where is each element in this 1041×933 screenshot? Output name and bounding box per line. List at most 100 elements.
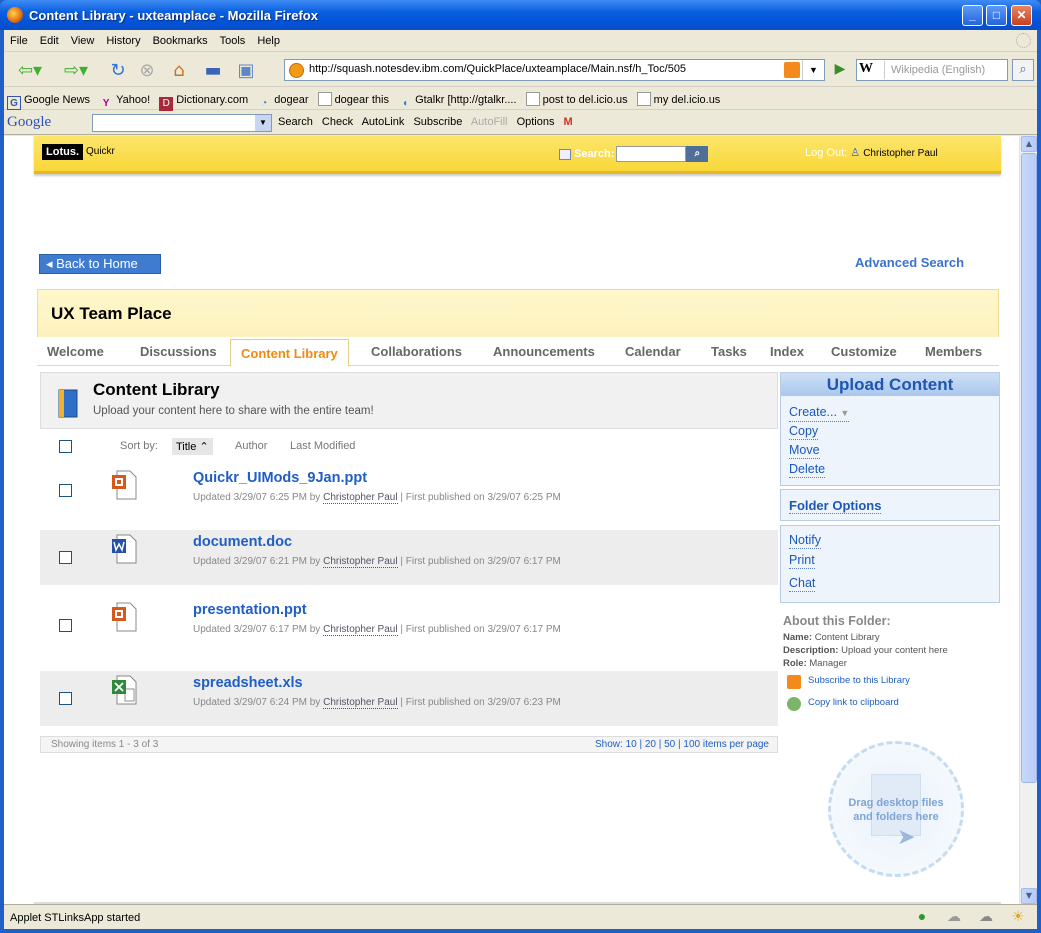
bookmark-yahoo[interactable]: Y Yahoo! — [96, 90, 153, 111]
folder-icon[interactable]: ▬ — [200, 58, 226, 82]
google-autofill-button[interactable]: AutoFill — [471, 116, 508, 128]
bookmark-my-delicious[interactable]: my del.icio.us — [634, 88, 724, 106]
drag-drop-zone[interactable]: Drag desktop files and folders here ➤ — [828, 741, 964, 877]
sort-modified-button[interactable]: Last Modified — [290, 440, 355, 452]
advanced-search-link[interactable]: Advanced Search — [855, 255, 964, 270]
close-button[interactable]: ✕ — [1011, 5, 1032, 26]
drop-line-2: and folders here — [853, 811, 939, 823]
per-page-links[interactable]: Show: 10 | 20 | 50 | 100 items per page — [595, 739, 769, 750]
tab-discussions[interactable]: Discussions — [140, 344, 217, 359]
menu-bookmarks[interactable]: Bookmarks — [147, 30, 214, 47]
menu-history[interactable]: History — [100, 30, 146, 47]
move-link[interactable]: Move — [789, 443, 820, 459]
delete-link[interactable]: Delete — [789, 462, 826, 478]
google-autolink-button[interactable]: AutoLink — [362, 116, 405, 128]
forward-icon[interactable]: ⇨▾ — [56, 58, 96, 82]
tab-calendar[interactable]: Calendar — [625, 344, 681, 359]
url-dropdown-icon[interactable]: ▼ — [802, 60, 824, 80]
google-check-button[interactable]: Check — [322, 116, 353, 128]
reload-icon[interactable]: ↻ — [104, 58, 132, 82]
file-author-link[interactable]: Christopher Paul — [323, 556, 398, 568]
bookmark-dogear[interactable]: ◔ dogear — [254, 90, 311, 111]
back-icon[interactable]: ⇦▾ — [10, 58, 50, 82]
row-checkbox[interactable] — [59, 551, 72, 564]
row-checkbox[interactable] — [59, 619, 72, 632]
wikipedia-icon[interactable]: W — [859, 61, 885, 79]
print-link[interactable]: Print — [789, 553, 815, 569]
gmail-icon[interactable]: M — [564, 116, 573, 128]
google-dropdown-icon[interactable]: ▼ — [255, 115, 271, 131]
go-icon[interactable]: ▶ — [829, 61, 851, 81]
bookmark-dogear-this[interactable]: dogear this — [315, 88, 392, 106]
search-box[interactable]: W Wikipedia (English) — [856, 59, 1008, 81]
scroll-down-icon[interactable]: ▼ — [1021, 888, 1037, 904]
stop-icon[interactable]: ⊗ — [135, 58, 159, 82]
home-icon[interactable]: ⌂ — [166, 58, 192, 82]
row-checkbox[interactable] — [59, 692, 72, 705]
google-search-input[interactable]: ▼ — [92, 114, 272, 132]
cloud-icon[interactable]: ☁ — [943, 908, 965, 925]
file-author-link[interactable]: Christopher Paul — [323, 492, 398, 504]
menu-help[interactable]: Help — [251, 30, 286, 47]
tab-collaborations[interactable]: Collaborations — [371, 344, 462, 359]
tab-announcements[interactable]: Announcements — [493, 344, 595, 359]
bookmark-google-news[interactable]: G Google News — [4, 90, 93, 110]
file-author-link[interactable]: Christopher Paul — [323, 697, 398, 709]
copy-link-clipboard[interactable]: Copy link to clipboard — [783, 696, 1000, 716]
notify-link[interactable]: Notify — [789, 533, 821, 549]
rss-icon[interactable] — [784, 62, 800, 78]
status-bar: Applet STLinksApp started ● ☁ ☁ ☀ — [4, 904, 1037, 929]
online-status-icon[interactable]: ● — [911, 908, 933, 925]
quickr-search-input[interactable] — [616, 146, 687, 162]
google-subscribe-button[interactable]: Subscribe — [413, 116, 462, 128]
file-name-link[interactable]: presentation.ppt — [193, 602, 307, 618]
file-updated: Updated 3/29/07 6:21 PM by — [193, 556, 321, 567]
vertical-scrollbar[interactable]: ▲ ▼ — [1019, 136, 1037, 904]
url-bar[interactable]: http://squash.notesdev.ibm.com/QuickPlac… — [284, 59, 825, 81]
search-go-icon[interactable]: ⌕ — [1012, 59, 1034, 81]
sun-icon[interactable]: ☀ — [1007, 908, 1029, 925]
upload-content-button[interactable]: Upload Content — [781, 373, 999, 396]
tab-tasks[interactable]: Tasks — [711, 344, 747, 359]
sort-author-button[interactable]: Author — [235, 440, 267, 452]
tab-index[interactable]: Index — [770, 344, 804, 359]
tab-welcome[interactable]: Welcome — [47, 344, 104, 359]
create-menu[interactable]: Create... ▼ — [789, 405, 850, 422]
logout-link[interactable]: Log Out: — [805, 147, 847, 159]
chat-link[interactable]: Chat — [789, 576, 816, 592]
google-logo[interactable]: Google — [7, 114, 51, 131]
file-author-link[interactable]: Christopher Paul — [323, 624, 398, 636]
user-name[interactable]: Christopher Paul — [863, 148, 937, 159]
back-arrow-icon: ◂ — [46, 256, 57, 271]
minimize-button[interactable]: _ — [962, 5, 983, 26]
scroll-thumb[interactable] — [1021, 153, 1037, 783]
search-scope-icon[interactable] — [559, 148, 571, 160]
google-options-button[interactable]: Options — [517, 116, 555, 128]
tab-members[interactable]: Members — [925, 344, 982, 359]
scroll-up-icon[interactable]: ▲ — [1021, 136, 1037, 152]
row-checkbox[interactable] — [59, 484, 72, 497]
file-name-link[interactable]: spreadsheet.xls — [193, 675, 303, 691]
newtab-icon[interactable]: ▣ — [234, 58, 258, 82]
copy-link[interactable]: Copy — [789, 424, 819, 440]
tab-content-library[interactable]: Content Library — [230, 339, 349, 367]
menu-view[interactable]: View — [65, 30, 101, 47]
quickr-search-icon[interactable]: ⌕ — [686, 146, 709, 162]
menu-edit[interactable]: Edit — [34, 30, 65, 47]
bookmark-dictionary[interactable]: D Dictionary.com — [156, 90, 251, 111]
menu-file[interactable]: File — [4, 30, 34, 47]
file-name-link[interactable]: Quickr_UIMods_9Jan.ppt — [193, 470, 367, 486]
google-search-button[interactable]: Search — [278, 116, 313, 128]
folder-options-link[interactable]: Folder Options — [789, 498, 882, 514]
maximize-button[interactable]: □ — [986, 5, 1007, 26]
bookmark-post-delicious[interactable]: post to del.icio.us — [523, 88, 631, 106]
file-name-link[interactable]: document.doc — [193, 534, 292, 550]
subscribe-library-link[interactable]: Subscribe to this Library — [783, 674, 1000, 694]
back-to-home-button[interactable]: ◂ Back to Home — [39, 254, 161, 274]
tab-customize[interactable]: Customize — [831, 344, 897, 359]
menu-tools[interactable]: Tools — [214, 30, 252, 47]
rain-cloud-icon[interactable]: ☁ — [975, 908, 997, 925]
select-all-checkbox[interactable] — [59, 440, 72, 453]
bookmark-gtalkr[interactable]: ◖ Gtalkr [http://gtalkr.... — [395, 90, 519, 111]
sort-title-button[interactable]: Title ⌃ — [172, 438, 213, 455]
